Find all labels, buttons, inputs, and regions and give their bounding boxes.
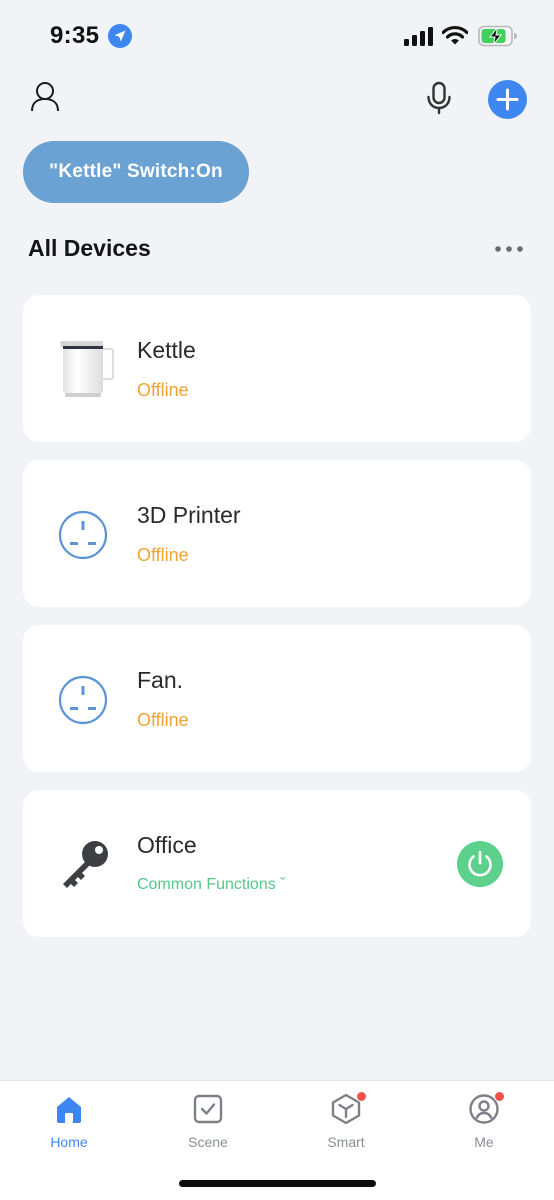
device-status: Offline xyxy=(137,380,189,400)
notification-badge xyxy=(356,1091,367,1102)
tab-me[interactable]: Me xyxy=(439,1091,529,1159)
home-icon xyxy=(57,1097,81,1123)
key-icon xyxy=(63,841,108,888)
tab-scene[interactable]: Scene xyxy=(163,1093,253,1159)
device-card-fan[interactable]: Fan. Offline xyxy=(23,625,531,772)
tab-label: Me xyxy=(474,1134,494,1150)
device-card-office[interactable]: Office Common Functions ˇ xyxy=(23,790,531,937)
power-icon xyxy=(468,850,492,877)
add-device-button[interactable] xyxy=(488,80,527,119)
location-arrow-icon xyxy=(108,24,132,48)
home-screen: 9:35 "Kettle" Switch:On All Devices Kett… xyxy=(0,0,554,1200)
socket-icon xyxy=(58,675,108,725)
tab-home[interactable]: Home xyxy=(24,1093,114,1159)
microphone-icon xyxy=(427,81,451,115)
device-name: Fan. xyxy=(137,667,184,693)
kettle-icon xyxy=(59,341,115,397)
profile-button[interactable] xyxy=(22,74,68,120)
device-status: Offline xyxy=(137,710,189,730)
device-name: 3D Printer xyxy=(137,502,241,528)
device-card-3d-printer[interactable]: 3D Printer Offline xyxy=(23,460,531,607)
common-functions-link[interactable]: Common Functions ˇ xyxy=(137,876,286,894)
plus-icon xyxy=(496,88,519,111)
tab-label: Scene xyxy=(188,1134,228,1150)
more-dots-icon xyxy=(495,246,523,252)
voice-button[interactable] xyxy=(418,76,462,120)
notification-badge xyxy=(494,1091,505,1102)
tab-smart[interactable]: Smart xyxy=(301,1091,391,1159)
tab-label: Smart xyxy=(327,1134,365,1150)
section-title: All Devices xyxy=(28,235,151,261)
tab-label: Home xyxy=(50,1134,88,1150)
cellular-signal-icon xyxy=(404,27,433,46)
home-indicator xyxy=(179,1180,376,1187)
status-time: 9:35 xyxy=(50,22,100,49)
status-bar: 9:35 xyxy=(0,0,554,74)
device-name: Office xyxy=(137,832,197,858)
power-button[interactable] xyxy=(457,841,503,887)
scene-check-icon xyxy=(193,1094,223,1124)
wifi-icon xyxy=(442,25,468,45)
user-icon xyxy=(31,82,59,112)
socket-icon xyxy=(58,510,108,560)
battery-charging-icon xyxy=(478,25,517,47)
more-options-button[interactable] xyxy=(490,237,528,261)
device-card-kettle[interactable]: Kettle Offline xyxy=(23,295,531,442)
device-status: Offline xyxy=(137,545,189,565)
device-name: Kettle xyxy=(137,337,196,363)
switch-status-banner[interactable]: "Kettle" Switch:On xyxy=(23,141,249,203)
